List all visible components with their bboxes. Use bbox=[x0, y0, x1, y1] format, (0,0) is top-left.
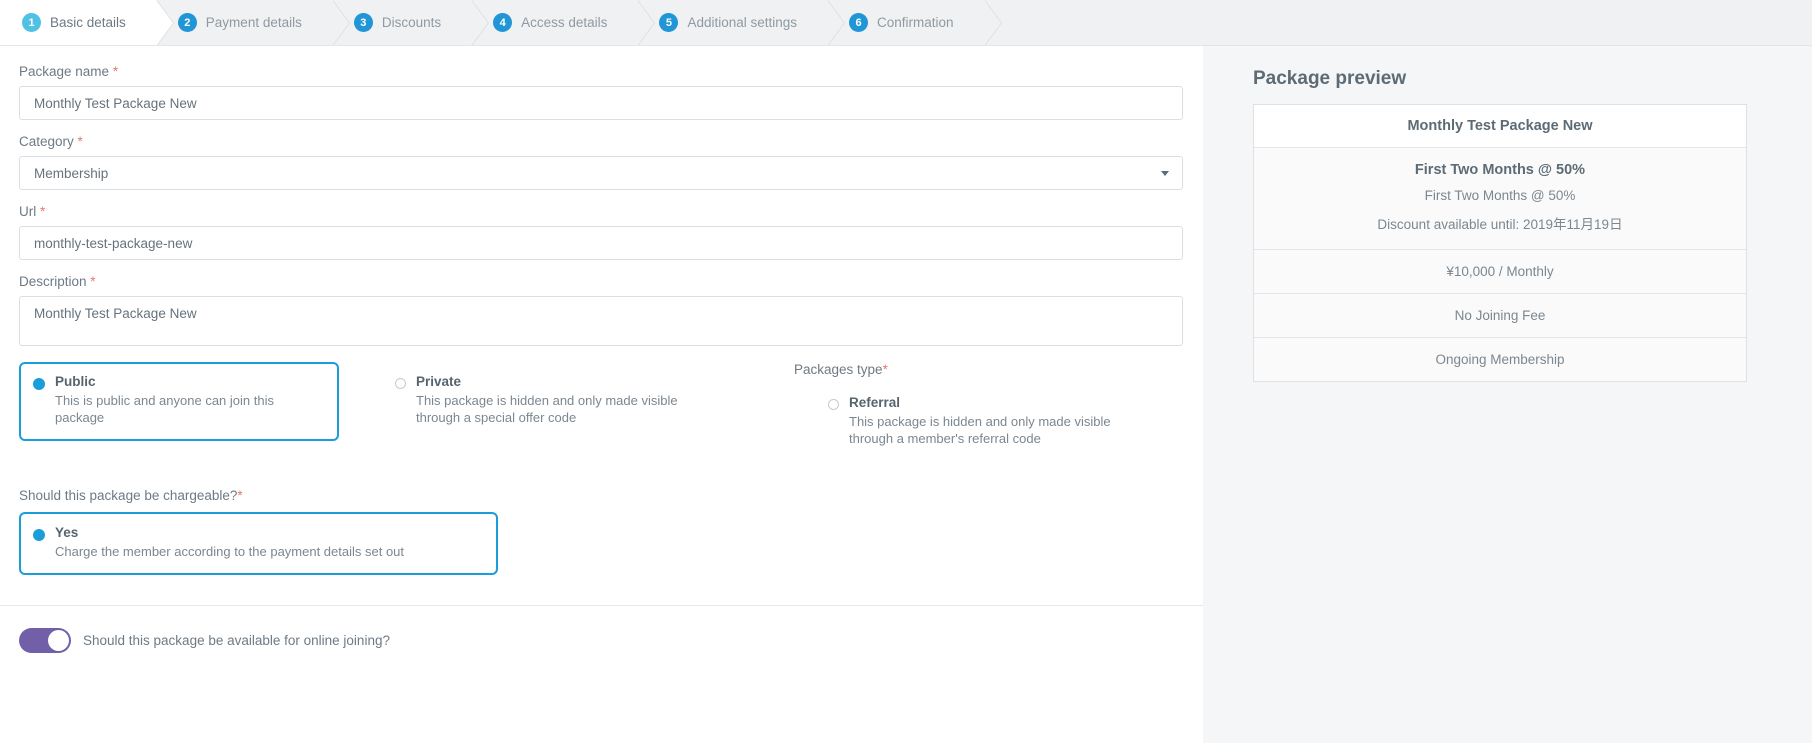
field-url: Url * monthly-test-package-new bbox=[19, 204, 1183, 260]
chargeable-label: Should this package be chargeable?* bbox=[19, 488, 1181, 503]
field-category: Category * Membership bbox=[19, 134, 1183, 190]
category-select-wrapper: Membership bbox=[19, 156, 1183, 190]
chargeable-section: Should this package be chargeable?* Yes … bbox=[19, 488, 1181, 575]
radio-yes-title: Yes bbox=[55, 524, 79, 540]
wizard-step-payment-details[interactable]: 2 Payment details bbox=[155, 0, 350, 46]
step-label: Basic details bbox=[50, 15, 126, 30]
radio-unselected-icon[interactable] bbox=[828, 399, 839, 410]
preview-package-name: Monthly Test Package New bbox=[1254, 105, 1746, 148]
wizard-step-confirmation[interactable]: 6 Confirmation bbox=[827, 0, 1002, 46]
preview-term: Ongoing Membership bbox=[1435, 352, 1565, 367]
description-label: Description * bbox=[19, 274, 1181, 289]
radio-option-public[interactable]: Public This is public and anyone can joi… bbox=[19, 362, 339, 441]
package-name-label: Package name * bbox=[19, 64, 1181, 79]
preview-discount-subtitle: First Two Months @ 50% bbox=[1424, 188, 1576, 203]
step-label: Additional settings bbox=[687, 15, 798, 30]
radio-unselected-icon[interactable] bbox=[395, 378, 406, 389]
toggle-knob bbox=[48, 629, 69, 651]
preview-price: ¥10,000 / Monthly bbox=[1254, 250, 1746, 294]
step-number-badge: 6 bbox=[849, 13, 869, 32]
packages-type-label-text: Packages type bbox=[794, 362, 883, 377]
preview-card: Monthly Test Package New First Two Month… bbox=[1253, 104, 1747, 382]
package-name-label-text: Package name bbox=[19, 64, 110, 79]
online-joining-toggle[interactable] bbox=[19, 627, 71, 653]
step-wizard: 1 Basic details 2 Payment details 3 Disc… bbox=[0, 0, 1812, 46]
step-separator-arrow bbox=[331, 0, 349, 46]
step-separator-arrow bbox=[983, 0, 1001, 46]
page-body: Package name * Monthly Test Package New … bbox=[0, 46, 1812, 743]
url-input[interactable]: monthly-test-package-new bbox=[19, 226, 1183, 260]
radio-private-text: Private This package is hidden and only … bbox=[416, 374, 696, 427]
basic-details-form: Package name * Monthly Test Package New … bbox=[0, 46, 1203, 743]
radio-selected-icon[interactable] bbox=[33, 528, 45, 541]
preview-discount-title: First Two Months @ 50% bbox=[1414, 162, 1586, 178]
radio-option-private[interactable]: Private This package is hidden and only … bbox=[381, 362, 712, 441]
step-label: Confirmation bbox=[877, 15, 954, 30]
wizard-step-access-details[interactable]: 4 Access details bbox=[471, 0, 656, 46]
wizard-step-additional-settings[interactable]: 5 Additional settings bbox=[637, 0, 846, 46]
wizard-step-basic-details[interactable]: 1 Basic details bbox=[0, 0, 174, 46]
required-asterisk: * bbox=[237, 487, 243, 503]
online-joining-row: Should this package be available for onl… bbox=[19, 627, 1181, 653]
preview-title: Package preview bbox=[1253, 68, 1407, 89]
step-separator-arrow bbox=[471, 0, 489, 46]
radio-option-referral[interactable]: Referral This package is hidden and only… bbox=[814, 383, 1145, 462]
section-divider bbox=[0, 604, 1203, 606]
step-separator-arrow bbox=[827, 0, 845, 46]
required-asterisk: * bbox=[882, 362, 888, 377]
step-label: Payment details bbox=[205, 15, 302, 30]
radio-selected-icon[interactable] bbox=[33, 378, 45, 390]
preview-joining-fee: No Joining Fee bbox=[1254, 294, 1746, 338]
radio-yes-description: Charge the member according to the payme… bbox=[55, 543, 405, 559]
package-preview-panel: Package preview Monthly Test Package New… bbox=[1203, 46, 1812, 743]
radio-private-title: Private bbox=[416, 374, 462, 389]
chargeable-label-text: Should this package be chargeable? bbox=[19, 487, 238, 503]
radio-referral-title: Referral bbox=[849, 395, 901, 410]
package-name-input[interactable]: Monthly Test Package New bbox=[19, 86, 1183, 120]
step-number-badge: 5 bbox=[659, 13, 679, 32]
visibility-options: Public This is public and anyone can joi… bbox=[19, 362, 794, 441]
preview-discount-block: First Two Months @ 50% First Two Months … bbox=[1254, 148, 1746, 250]
chevron-down-icon[interactable] bbox=[1161, 171, 1169, 176]
step-label: Access details bbox=[521, 15, 608, 30]
required-asterisk: * bbox=[90, 274, 96, 289]
required-asterisk: * bbox=[112, 64, 119, 79]
step-separator-arrow bbox=[637, 0, 655, 46]
field-package-name: Package name * Monthly Test Package New bbox=[19, 64, 1183, 120]
packages-type-label: Packages type* bbox=[794, 362, 1145, 377]
step-number-badge: 3 bbox=[353, 13, 373, 32]
description-label-text: Description bbox=[19, 274, 87, 289]
step-number-badge: 1 bbox=[22, 13, 41, 32]
description-textarea[interactable]: Monthly Test Package New bbox=[19, 296, 1183, 346]
radio-option-chargeable-yes[interactable]: Yes Charge the member according to the p… bbox=[19, 511, 498, 575]
step-separator-arrow bbox=[155, 0, 173, 46]
step-label: Discounts bbox=[381, 15, 442, 30]
radio-private-description: This package is hidden and only made vis… bbox=[416, 393, 678, 426]
step-number-badge: 2 bbox=[177, 13, 197, 32]
radio-public-title: Public bbox=[55, 374, 96, 389]
wizard-step-discounts[interactable]: 3 Discounts bbox=[331, 0, 490, 46]
step-number-badge: 4 bbox=[493, 13, 513, 32]
radio-yes-text: Yes Charge the member according to the p… bbox=[55, 525, 404, 560]
radio-referral-text: Referral This package is hidden and only… bbox=[849, 395, 1129, 448]
url-label: Url * bbox=[19, 204, 1181, 219]
visibility-section: Public This is public and anyone can joi… bbox=[19, 362, 1181, 462]
online-joining-label: Should this package be available for onl… bbox=[83, 632, 390, 648]
radio-public-text: Public This is public and anyone can joi… bbox=[55, 374, 323, 427]
category-label-text: Category bbox=[19, 134, 74, 149]
category-select[interactable]: Membership bbox=[19, 156, 1183, 190]
category-label: Category * bbox=[19, 134, 1181, 149]
radio-referral-description: This package is hidden and only made vis… bbox=[849, 414, 1111, 447]
url-label-text: Url bbox=[19, 204, 37, 219]
radio-public-description: This is public and anyone can join this … bbox=[55, 393, 274, 426]
required-asterisk: * bbox=[77, 134, 83, 149]
packages-type-group: Packages type* Referral This package is … bbox=[794, 362, 1145, 462]
preview-discount-until: Discount available until: 2019年11月19日 bbox=[1377, 217, 1623, 232]
field-description: Description * Monthly Test Package New bbox=[19, 274, 1183, 346]
required-asterisk: * bbox=[40, 204, 46, 219]
